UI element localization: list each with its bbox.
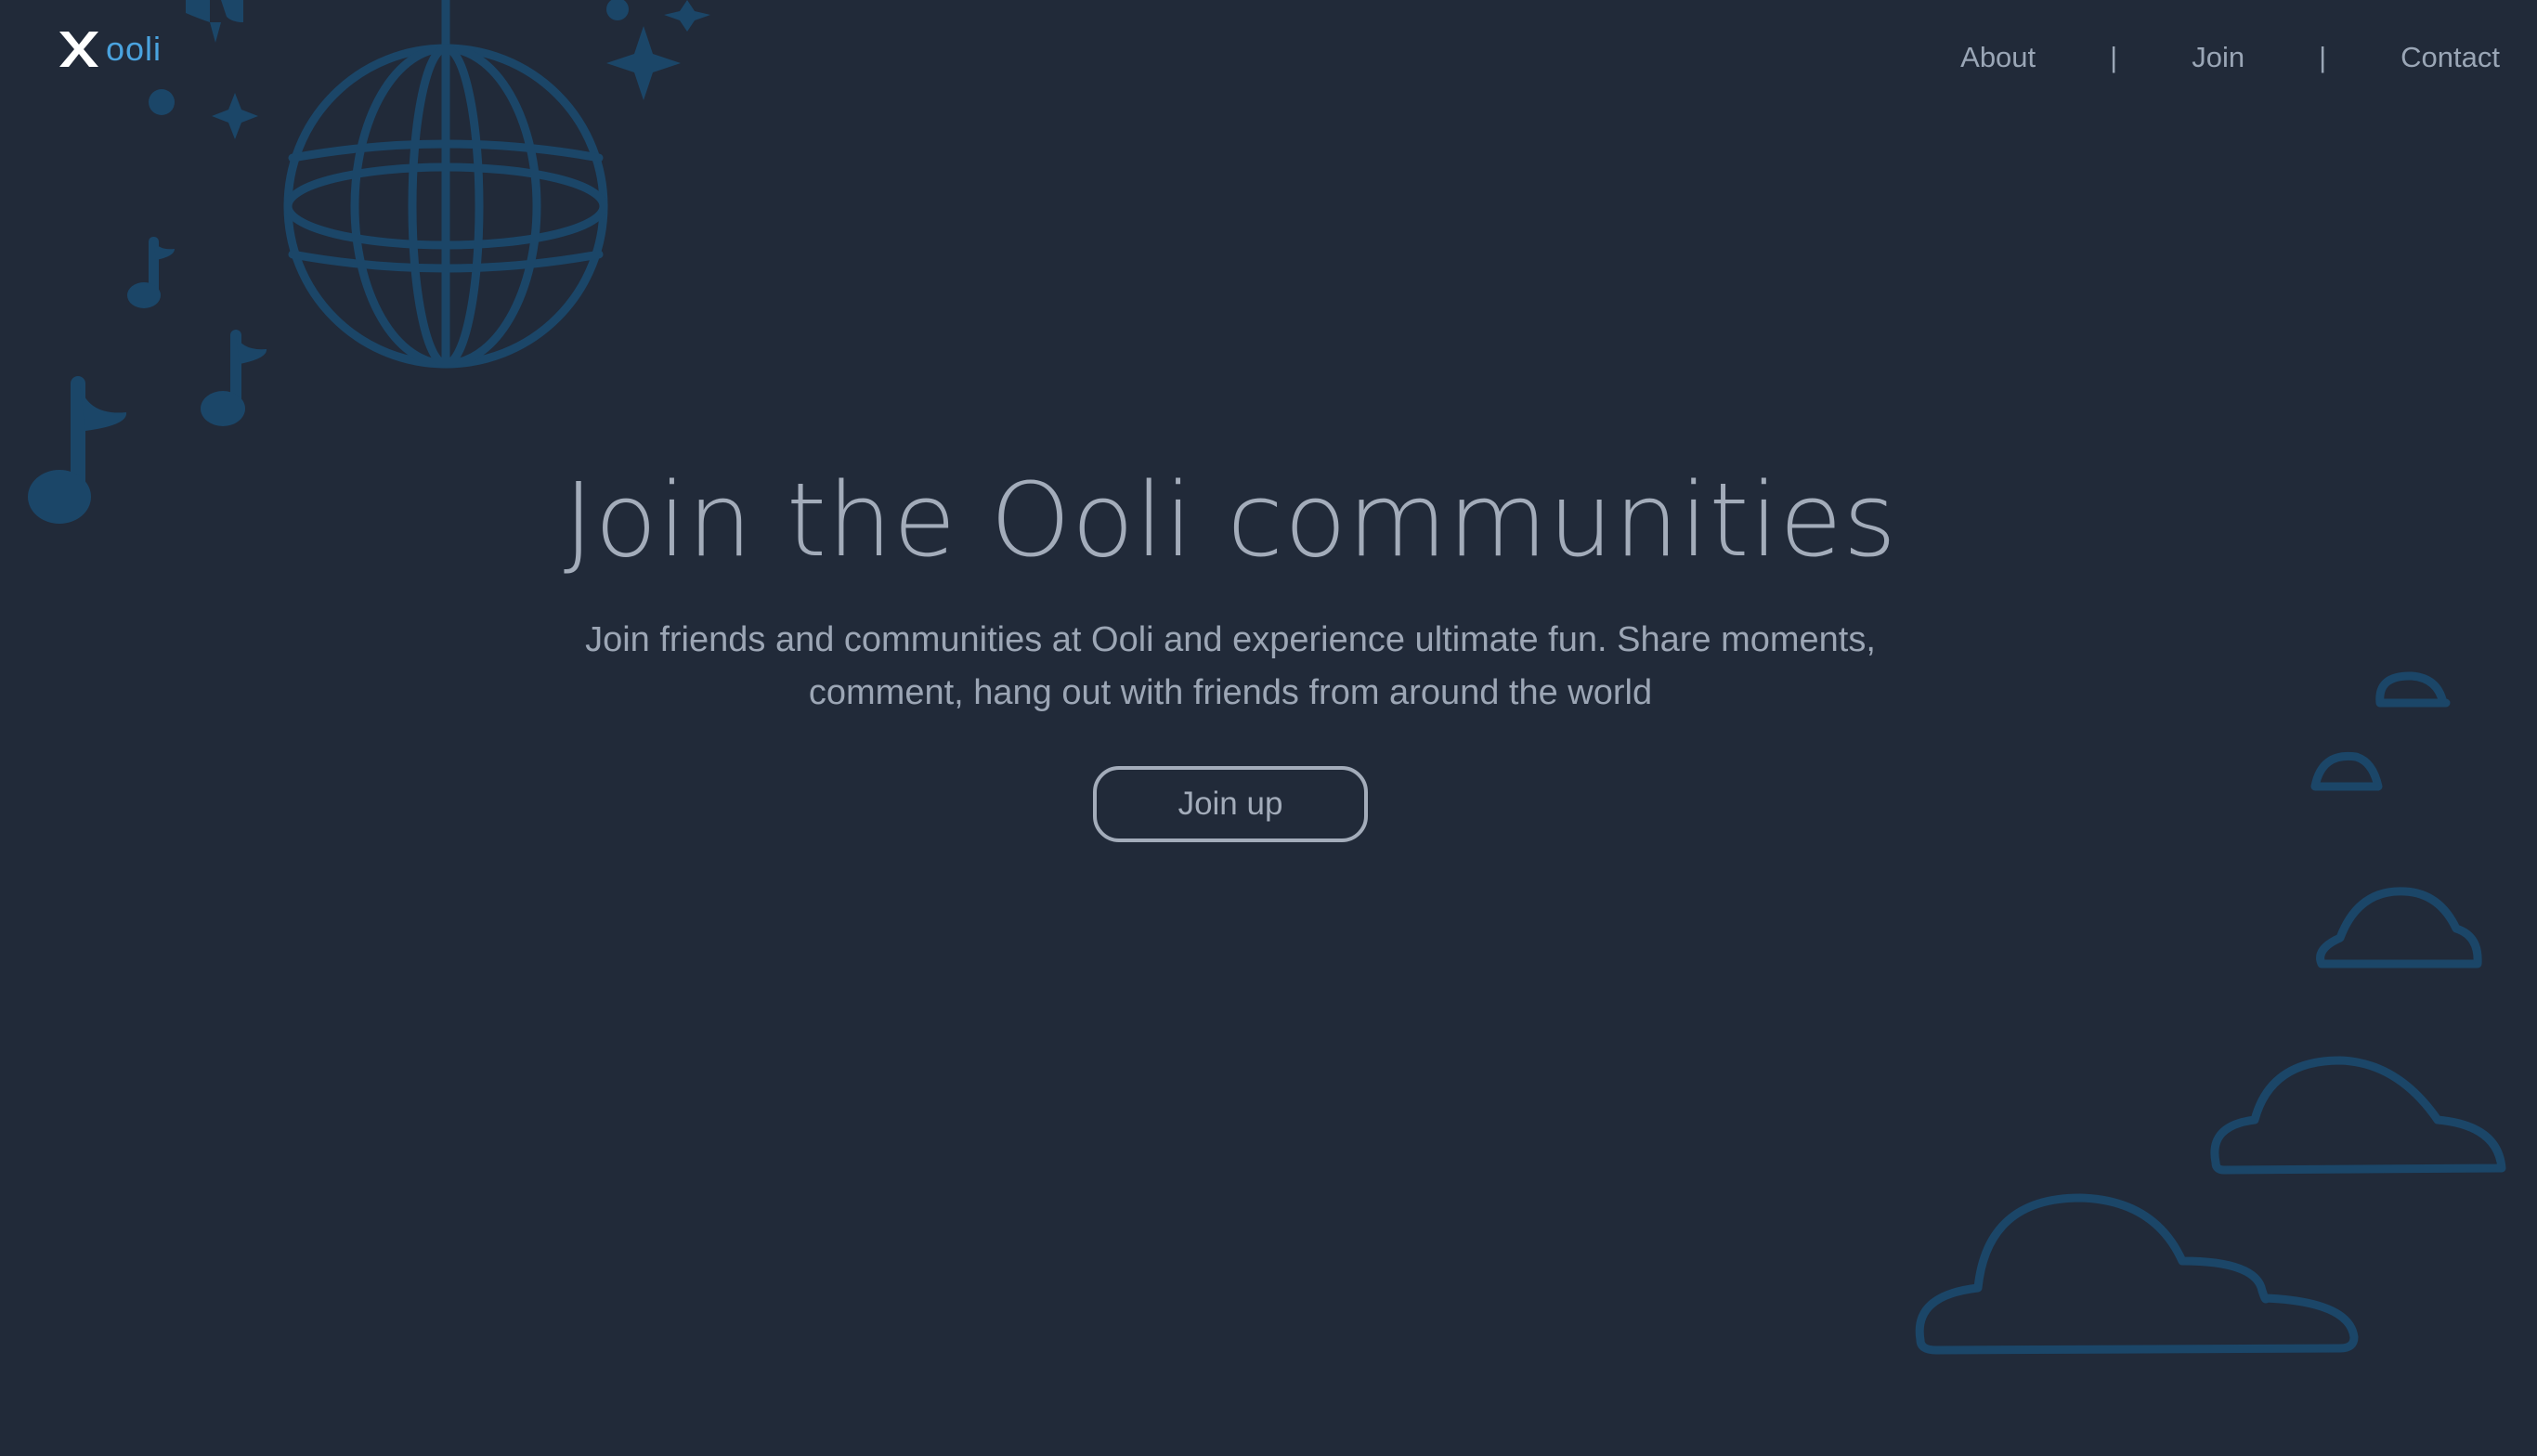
sparkle-icon <box>212 93 258 139</box>
cloud-icon <box>1915 1193 2359 1355</box>
landing-page: ooli About | Join | Contact Join the Ool… <box>0 0 2537 1456</box>
sparkle-icon <box>186 0 243 43</box>
nav-contact-link[interactable]: Contact <box>2400 41 2500 74</box>
brand-name: ooli <box>106 30 163 68</box>
logo-mark-icon <box>59 32 98 67</box>
hero-title: Join the Ooli communities <box>563 461 1898 579</box>
nav-separator: | <box>2110 41 2118 73</box>
nav-join-link[interactable]: Join <box>2192 41 2244 74</box>
sparkle-icon <box>606 26 681 100</box>
disco-ball-icon <box>283 0 608 369</box>
hero-section: Join the Ooli communities Join friends a… <box>0 464 2461 842</box>
join-up-button[interactable]: Join up <box>1093 766 1368 842</box>
nav-about-link[interactable]: About <box>1960 41 2036 74</box>
sparkle-icon <box>664 0 710 32</box>
hero-subtitle: Join friends and communities at Ooli and… <box>585 620 1876 712</box>
sparkle-dot <box>149 89 175 115</box>
cloud-icon <box>2210 1056 2506 1175</box>
nav-separator: | <box>2319 41 2327 73</box>
cloud-icon <box>2316 887 2482 968</box>
top-nav: About | Join | Contact <box>1960 41 2500 74</box>
music-note-icon <box>127 237 175 308</box>
brand-logo[interactable]: ooli <box>58 30 162 69</box>
sparkle-dot <box>606 0 629 20</box>
music-note-icon <box>201 330 267 426</box>
